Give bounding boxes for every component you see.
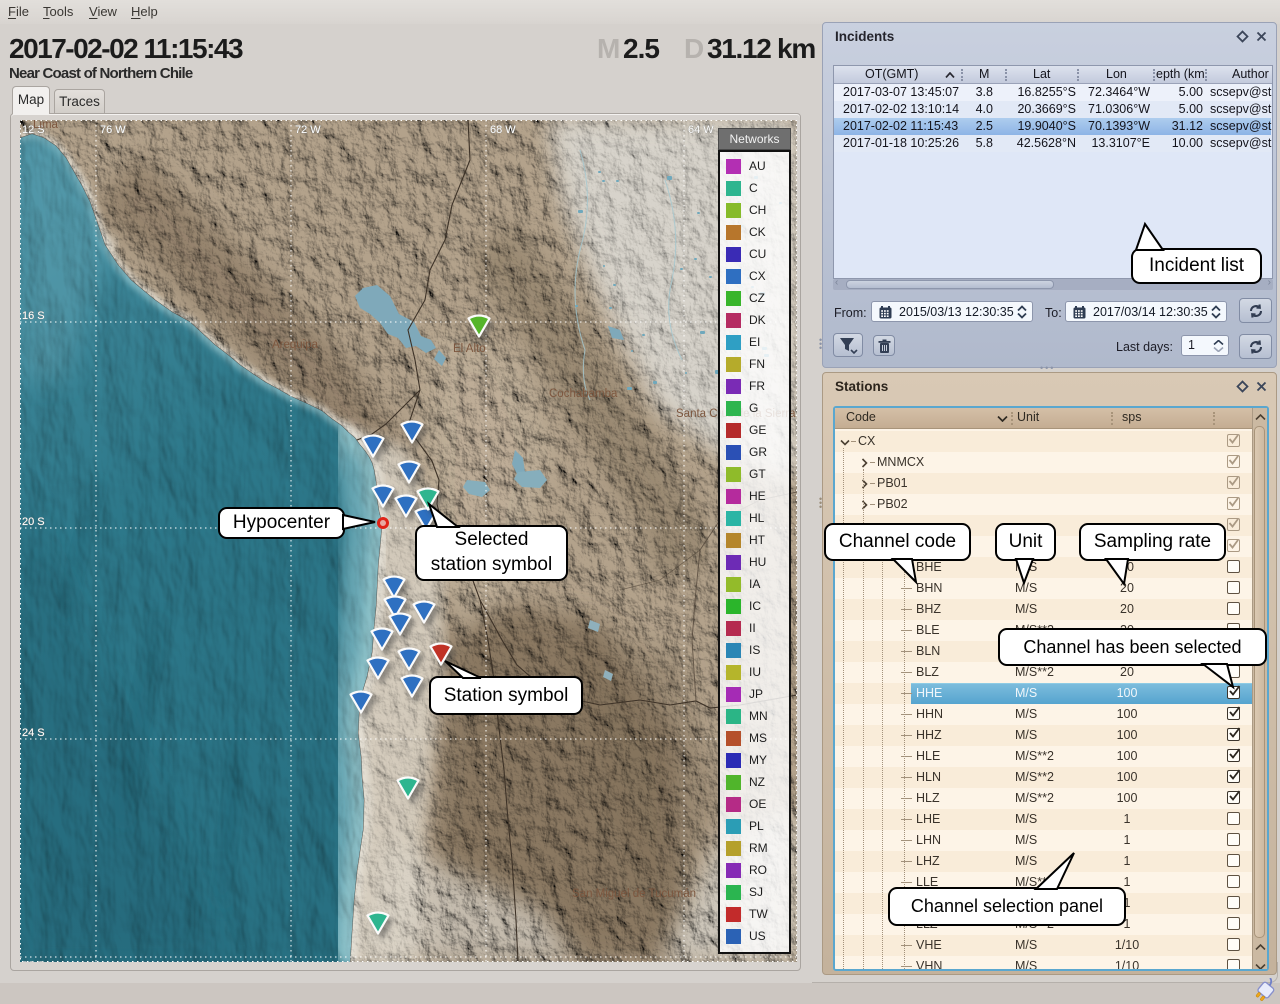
svg-text:72 W: 72 W [295,124,321,136]
svg-text:28 S: 28 S [22,960,45,962]
svg-text:64 W: 64 W [688,124,714,136]
svg-text:16 S: 16 S [22,310,45,322]
svg-text:68 W: 68 W [490,124,516,136]
svg-text:Lima: Lima [33,120,59,131]
svg-text:76 W: 76 W [100,124,126,136]
svg-text:El Alto: El Alto [453,343,486,355]
svg-text:24 S: 24 S [22,727,45,739]
svg-text:Arequipa: Arequipa [272,339,319,351]
svg-text:20 S: 20 S [22,516,45,528]
svg-text:Cochabamba: Cochabamba [549,388,618,400]
svg-text:San Miguel de Tucumán: San Miguel de Tucumán [572,888,696,900]
